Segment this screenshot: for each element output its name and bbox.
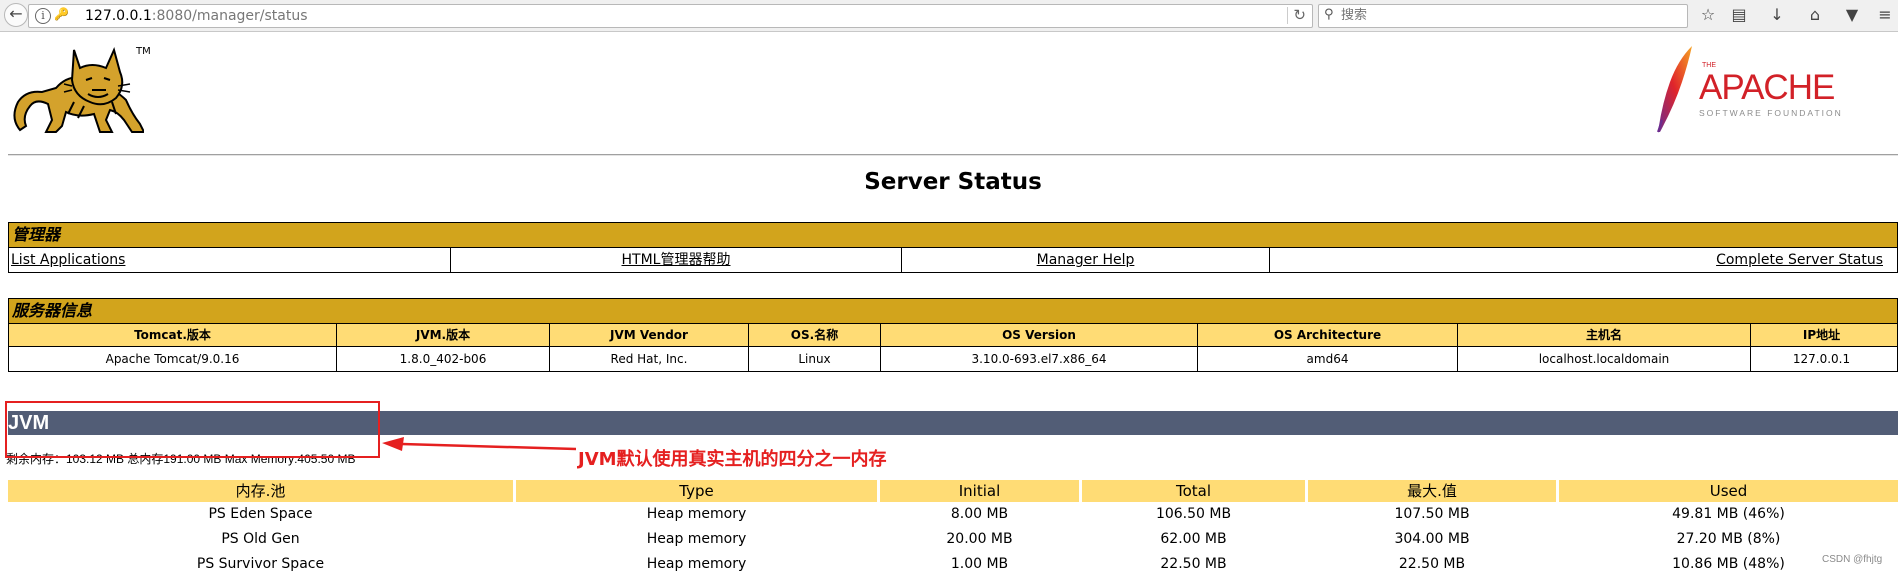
pool-total: 22.50 MB	[1160, 556, 1227, 572]
apache-feather-logo[interactable]	[1648, 44, 1698, 134]
pocket-icon[interactable]: ▼	[1841, 4, 1863, 26]
manager-cell-list: List Applications	[9, 248, 451, 272]
reading-list-icon[interactable]: ▤	[1728, 4, 1750, 26]
header-tomcat-version: Tomcat.版本	[9, 324, 337, 346]
table-row: PS Old Gen Heap memory 20.00 MB 62.00 MB…	[8, 527, 1898, 552]
pool-type: Heap memory	[646, 531, 747, 547]
pool-used: 49.81 MB (46%)	[1672, 506, 1785, 522]
memory-pools-header: 内存.池 Type Initial Total 最大.值 Used	[8, 480, 1898, 502]
header-ip-address: IP地址	[1802, 328, 1841, 342]
pool-name: PS Survivor Space	[196, 556, 325, 572]
server-info-header-row: Tomcat.版本 JVM.版本 JVM Vendor OS.名称 OS Ver…	[9, 324, 1897, 347]
value-jvm-version: 1.8.0_402-b06	[337, 347, 550, 371]
pool-maximum: 107.50 MB	[1394, 506, 1470, 522]
header-hostname: 主机名	[1458, 324, 1751, 346]
header-jvm-version: JVM.版本	[337, 324, 550, 346]
url-path: :8080/manager/status	[151, 8, 308, 24]
pool-type: Heap memory	[646, 556, 747, 572]
reload-icon[interactable]: ↻	[1293, 6, 1306, 24]
manager-heading: 管理器	[9, 223, 1897, 248]
pool-maximum: 304.00 MB	[1394, 531, 1470, 547]
page-title: Server Status	[864, 169, 1042, 195]
manager-cell-complete: Complete Server Status	[1270, 248, 1885, 272]
header-os-name: OS.名称	[749, 324, 881, 346]
value-os-architecture: amd64	[1198, 347, 1458, 371]
home-icon[interactable]: ⌂	[1804, 4, 1826, 26]
list-applications-link[interactable]: List Applications	[11, 252, 125, 268]
url-host: 127.0.0.1	[85, 8, 152, 24]
pool-maximum: 22.50 MB	[1398, 556, 1466, 572]
menu-icon[interactable]: ≡	[1874, 4, 1896, 26]
search-bar[interactable]: ⚲	[1318, 4, 1688, 28]
manager-help-link[interactable]: Manager Help	[1037, 252, 1135, 268]
pool-used: 27.20 MB (8%)	[1676, 531, 1781, 547]
html-manager-help-link[interactable]: HTML管理器帮助	[622, 252, 731, 268]
table-row: PS Survivor Space Heap memory 1.00 MB 22…	[8, 552, 1898, 577]
value-os-version: 3.10.0-693.el7.x86_64	[881, 347, 1198, 371]
search-icon: ⚲	[1324, 7, 1334, 22]
header-os-version: OS Version	[881, 324, 1198, 346]
pool-type: Heap memory	[646, 506, 747, 522]
url-text[interactable]: 127.0.0.1:8080/manager/status	[85, 8, 308, 24]
annotation-highlight-box	[5, 401, 380, 458]
pool-total: 62.00 MB	[1160, 531, 1227, 547]
download-icon[interactable]: ↓	[1766, 4, 1788, 26]
memory-pools-table: 内存.池 Type Initial Total 最大.值 Used PS Ede…	[8, 480, 1898, 577]
pool-total: 106.50 MB	[1155, 506, 1232, 522]
bookmark-star-icon[interactable]: ☆	[1697, 4, 1719, 26]
search-input[interactable]	[1341, 7, 1671, 24]
apache-subtitle: SOFTWARE FOUNDATION	[1699, 108, 1843, 118]
annotation-note: JVM默认使用真实主机的四分之一内存	[578, 449, 887, 470]
pool-name: PS Old Gen	[221, 531, 300, 547]
value-tomcat-version: Apache Tomcat/9.0.16	[9, 347, 337, 371]
manager-links-row: List Applications HTML管理器帮助 Manager Help…	[9, 248, 1897, 272]
pool-name: PS Eden Space	[208, 506, 313, 522]
back-arrow-icon[interactable]: ←	[4, 3, 28, 27]
urlbar-divider	[1287, 7, 1288, 24]
info-icon[interactable]: i	[35, 8, 51, 24]
header-memory-pool: 内存.池	[8, 480, 513, 502]
header-used: Used	[1559, 480, 1898, 502]
watermark: CSDN @fhjtg	[1822, 554, 1883, 565]
value-ip-address: 127.0.0.1	[1792, 352, 1851, 366]
header-maximum: 最大.值	[1308, 480, 1556, 502]
trademark-label: TM	[136, 46, 151, 57]
value-jvm-vendor: Red Hat, Inc.	[550, 347, 749, 371]
header-total: Total	[1082, 480, 1305, 502]
server-info-value-row: Apache Tomcat/9.0.16 1.8.0_402-b06 Red H…	[9, 347, 1897, 371]
manager-cell-help: Manager Help	[902, 248, 1270, 272]
server-info-section: 服务器信息 Tomcat.版本 JVM.版本 JVM Vendor OS.名称 …	[8, 298, 1898, 372]
header-divider	[8, 154, 1898, 156]
header-initial: Initial	[880, 480, 1079, 502]
address-bar[interactable]: i 🔑 127.0.0.1:8080/manager/status ↻	[28, 4, 1313, 28]
pool-initial: 1.00 MB	[950, 556, 1009, 572]
browser-toolbar: ← i 🔑 127.0.0.1:8080/manager/status ↻ ⚲ …	[0, 0, 1898, 32]
header-jvm-vendor: JVM Vendor	[550, 324, 749, 346]
manager-cell-html-help: HTML管理器帮助	[451, 248, 902, 272]
pool-initial: 20.00 MB	[946, 531, 1013, 547]
header-os-architecture: OS Architecture	[1198, 324, 1458, 346]
value-hostname: localhost.localdomain	[1458, 347, 1751, 371]
manager-section: 管理器 List Applications HTML管理器帮助 Manager …	[8, 222, 1898, 273]
key-icon[interactable]: 🔑	[54, 7, 69, 21]
apache-wordmark[interactable]: APACHE	[1699, 68, 1835, 108]
tomcat-logo[interactable]	[8, 40, 144, 140]
server-info-heading: 服务器信息	[9, 299, 1897, 324]
header-type: Type	[516, 480, 877, 502]
table-row: PS Eden Space Heap memory 8.00 MB 106.50…	[8, 502, 1898, 527]
annotation-arrow	[382, 437, 576, 451]
value-os-name: Linux	[749, 347, 881, 371]
complete-server-status-link[interactable]: Complete Server Status	[1716, 252, 1883, 268]
pool-initial: 8.00 MB	[950, 506, 1009, 522]
